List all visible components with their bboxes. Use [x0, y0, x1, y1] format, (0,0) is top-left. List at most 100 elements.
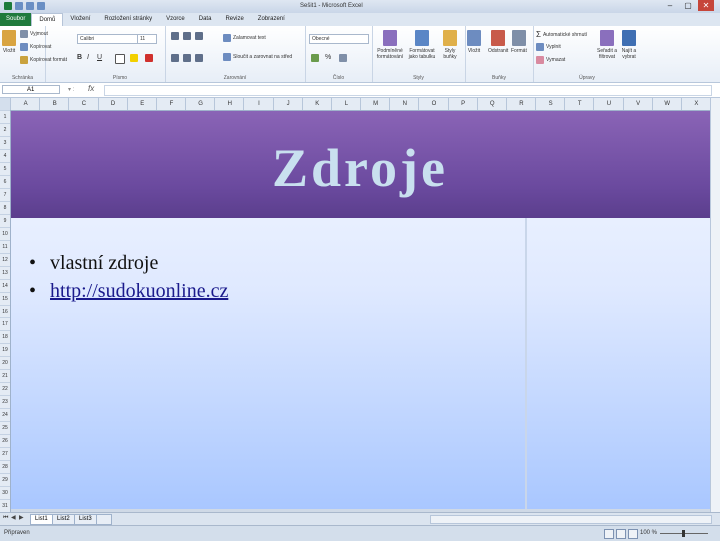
- font-size-select[interactable]: 11: [137, 34, 157, 44]
- tab-data[interactable]: Data: [192, 13, 219, 26]
- autosum-button[interactable]: Σ Automatické shrnutí: [536, 30, 587, 39]
- cut-button[interactable]: Vyjmout: [20, 30, 48, 38]
- vertical-scrollbar[interactable]: [710, 98, 720, 512]
- row-header[interactable]: 18: [0, 330, 10, 343]
- align-bottom-button[interactable]: [195, 32, 203, 40]
- align-left-button[interactable]: [171, 54, 179, 62]
- zoom-level[interactable]: 100 %: [640, 530, 657, 536]
- normal-view-button[interactable]: [604, 529, 614, 539]
- row-header[interactable]: 25: [0, 421, 10, 434]
- sort-filter-button[interactable]: Seřadit a filtrovat: [597, 30, 617, 60]
- column-header[interactable]: C: [68, 98, 98, 110]
- horizontal-scrollbar[interactable]: [430, 515, 712, 524]
- column-header[interactable]: T: [564, 98, 594, 110]
- font-family-select[interactable]: Calibri: [77, 34, 138, 44]
- row-header[interactable]: 22: [0, 382, 10, 395]
- column-header[interactable]: F: [155, 98, 186, 110]
- row-header[interactable]: 11: [0, 239, 10, 253]
- column-header[interactable]: W: [651, 98, 682, 110]
- prev-sheet-button[interactable]: ◀: [11, 515, 17, 522]
- row-header[interactable]: 20: [0, 356, 10, 369]
- column-header[interactable]: D: [97, 98, 128, 110]
- row-header[interactable]: 19: [0, 343, 10, 356]
- underline-button[interactable]: U: [97, 54, 102, 61]
- row-header[interactable]: 13: [0, 265, 10, 279]
- column-header[interactable]: M: [360, 98, 390, 110]
- row-header[interactable]: 9: [0, 213, 10, 227]
- tab-insert[interactable]: Vložení: [63, 13, 97, 26]
- column-header[interactable]: K: [301, 98, 332, 110]
- column-header[interactable]: R: [505, 98, 536, 110]
- cell-styles-button[interactable]: Styly buňky: [440, 30, 460, 60]
- tab-file[interactable]: Soubor: [0, 13, 32, 26]
- column-header[interactable]: B: [39, 98, 69, 110]
- font-color-button[interactable]: [145, 54, 153, 62]
- first-sheet-button[interactable]: ⏮: [3, 515, 9, 522]
- align-middle-button[interactable]: [183, 32, 191, 40]
- minimize-button[interactable]: –: [662, 0, 678, 11]
- row-header[interactable]: 12: [0, 252, 10, 266]
- insert-function-button[interactable]: fx: [88, 84, 94, 93]
- tab-view[interactable]: Zobrazení: [251, 13, 292, 26]
- sheet-tab-list2[interactable]: List2: [52, 514, 75, 525]
- row-header[interactable]: 24: [0, 408, 10, 421]
- paste-button[interactable]: Vložit: [2, 30, 16, 54]
- sheet-tab-list1[interactable]: List1: [30, 514, 53, 525]
- tab-formulas[interactable]: Vzorce: [159, 13, 192, 26]
- undo-icon[interactable]: [26, 2, 34, 10]
- zoom-slider-handle[interactable]: [682, 530, 685, 537]
- format-as-table-button[interactable]: Formátovat jako tabulku: [408, 30, 436, 60]
- redo-icon[interactable]: [37, 2, 45, 10]
- row-header[interactable]: 29: [0, 473, 10, 486]
- column-header[interactable]: G: [185, 98, 215, 110]
- sheet-tab-list3[interactable]: List3: [74, 514, 97, 525]
- column-header[interactable]: S: [535, 98, 565, 110]
- tab-home[interactable]: Domů: [31, 13, 64, 26]
- align-right-button[interactable]: [195, 54, 203, 62]
- row-header[interactable]: 31: [0, 499, 10, 512]
- maximize-button[interactable]: ▢: [680, 0, 696, 11]
- format-cells-button[interactable]: Formát: [511, 30, 527, 54]
- new-sheet-button[interactable]: [96, 514, 112, 525]
- fill-color-button[interactable]: [130, 54, 138, 62]
- clear-button[interactable]: Vymazat: [536, 56, 565, 64]
- column-header[interactable]: O: [418, 98, 448, 110]
- row-header[interactable]: 17: [0, 317, 10, 330]
- borders-button[interactable]: [115, 54, 125, 64]
- page-break-view-button[interactable]: [628, 529, 638, 539]
- number-format-select[interactable]: Obecné: [309, 34, 369, 44]
- row-header[interactable]: 23: [0, 395, 10, 408]
- insert-cells-button[interactable]: Vložit: [467, 30, 481, 54]
- column-header[interactable]: L: [330, 98, 361, 110]
- column-header[interactable]: Q: [476, 98, 507, 110]
- copy-button[interactable]: Kopírovat: [20, 43, 51, 51]
- column-header[interactable]: J: [272, 98, 303, 110]
- italic-button[interactable]: I: [87, 54, 89, 61]
- column-header[interactable]: I: [243, 98, 273, 110]
- row-header[interactable]: 10: [0, 226, 10, 240]
- conditional-format-button[interactable]: Podmíněné formátování: [376, 30, 404, 60]
- column-header[interactable]: E: [126, 98, 157, 110]
- row-header[interactable]: 2: [0, 122, 10, 136]
- formula-input[interactable]: [104, 85, 712, 96]
- align-top-button[interactable]: [171, 32, 179, 40]
- row-header[interactable]: 26: [0, 434, 10, 447]
- currency-button[interactable]: [311, 54, 319, 62]
- merge-center-button[interactable]: Sloučit a zarovnat na střed: [223, 53, 292, 61]
- row-header[interactable]: 14: [0, 278, 10, 292]
- sudoku-link[interactable]: http://sudokuonline.cz: [50, 277, 228, 305]
- column-header[interactable]: A: [10, 98, 40, 110]
- bold-button[interactable]: B: [77, 54, 82, 61]
- close-button[interactable]: ✕: [698, 0, 714, 11]
- column-header[interactable]: P: [447, 98, 478, 110]
- row-header[interactable]: 27: [0, 447, 10, 460]
- fill-button[interactable]: Vyplnit: [536, 43, 561, 51]
- next-sheet-button[interactable]: ▶: [19, 515, 25, 522]
- row-header[interactable]: 21: [0, 369, 10, 382]
- column-header[interactable]: N: [389, 98, 419, 110]
- tab-review[interactable]: Revize: [218, 13, 250, 26]
- row-header[interactable]: 15: [0, 291, 10, 305]
- select-all-corner[interactable]: [0, 98, 10, 110]
- delete-cells-button[interactable]: Odstranit: [488, 30, 508, 54]
- page-layout-view-button[interactable]: [616, 529, 626, 539]
